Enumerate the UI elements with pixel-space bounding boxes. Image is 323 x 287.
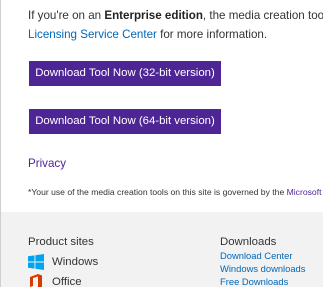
main-content: If you're on an Enterprise edition, the … — [1, 0, 323, 212]
windows-logo-icon — [28, 254, 44, 270]
notice-suffix: , the media creation tool won't w — [202, 9, 323, 22]
browser-frame: If you're on an Enterprise edition, the … — [0, 0, 323, 287]
product-label-office: Office — [52, 276, 82, 287]
free-downloads-link[interactable]: Free Downloads — [220, 276, 288, 287]
product-label-windows: Windows — [52, 256, 99, 268]
notice-prefix: If you're on an — [28, 9, 105, 22]
enterprise-edition-text: Enterprise edition — [104, 9, 203, 22]
downloads-heading: Downloads — [220, 236, 277, 248]
download-32bit-button[interactable]: Download Tool Now (32-bit version) — [29, 61, 221, 86]
licensing-service-center-link[interactable]: Licensing Service Center — [28, 28, 157, 41]
enterprise-notice-line1: If you're on an Enterprise edition, the … — [28, 6, 323, 25]
notice-more-info: for more information. — [156, 28, 268, 41]
product-link-windows[interactable]: Windows — [28, 254, 98, 270]
enterprise-notice-line2: Licensing Service Center for more inform… — [28, 25, 323, 44]
download-center-link[interactable]: Download Center — [220, 250, 292, 261]
site-footer: Product sites Windows Office Downloads D… — [1, 212, 323, 287]
office-logo-icon — [28, 274, 44, 287]
enterprise-notice: If you're on an Enterprise edition, the … — [28, 6, 323, 44]
windows-downloads-link[interactable]: Windows downloads — [220, 263, 305, 274]
disclaimer-text: *Your use of the media creation tools on… — [28, 187, 287, 197]
product-link-office[interactable]: Office — [28, 274, 82, 287]
terms-disclaimer: *Your use of the media creation tools on… — [28, 187, 323, 197]
microsoft-terms-link[interactable]: Microsoft Ter — [287, 187, 323, 197]
product-sites-heading: Product sites — [28, 236, 94, 248]
download-64bit-button[interactable]: Download Tool Now (64-bit version) — [29, 109, 221, 134]
privacy-link[interactable]: Privacy — [28, 157, 66, 170]
